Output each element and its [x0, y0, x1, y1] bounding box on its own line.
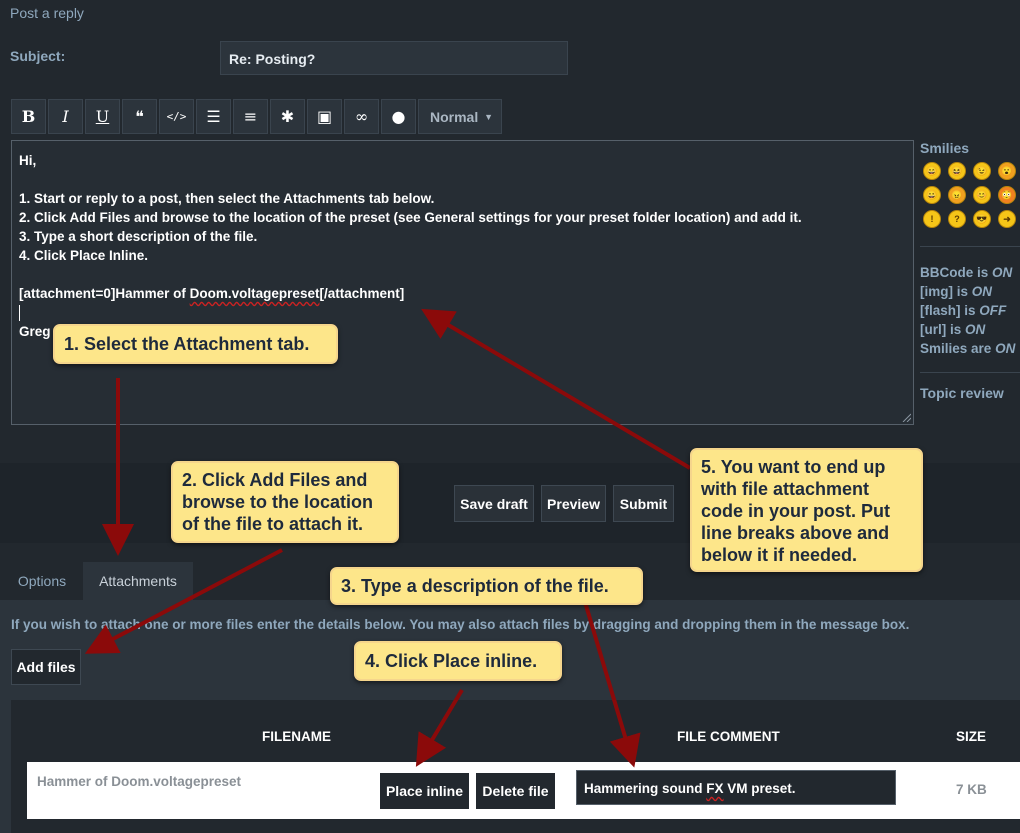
- attachments-help-text: If you wish to attach one or more files …: [11, 617, 910, 632]
- smilies-grid: 😄 😆 😉 😮 😀 😠 😊 😳 ! ? 😎 ➜: [920, 162, 1020, 228]
- editor-line: 4. Click Place Inline.: [19, 248, 149, 263]
- list-item-icon[interactable]: ✱: [270, 99, 305, 134]
- editor-caret-line: [19, 303, 906, 322]
- tab-options[interactable]: Options: [11, 562, 73, 600]
- url-status: [url] is ON: [920, 322, 986, 337]
- image-icon[interactable]: ▣: [307, 99, 342, 134]
- font-size-value: Normal: [430, 108, 479, 125]
- smilies-title: Smilies: [920, 140, 970, 156]
- link-icon[interactable]: ∞: [344, 99, 379, 134]
- smiley-icon[interactable]: 😊: [973, 186, 991, 204]
- img-status: [img] is ON: [920, 284, 993, 299]
- delete-file-button[interactable]: Delete file: [476, 773, 555, 809]
- column-header-filename: FILENAME: [262, 729, 331, 744]
- underline-button[interactable]: U: [85, 99, 120, 134]
- editor-sidebar: Smilies 😄 😆 😉 😮 😀 😠 😊 😳 ! ? 😎 ➜ BBCode i…: [920, 140, 1020, 401]
- page-title: Post a reply: [10, 5, 84, 21]
- callout-step-2: 2. Click Add Files and browse to the loc…: [171, 461, 399, 543]
- subject-input[interactable]: Re: Posting?: [220, 41, 568, 75]
- attachment-size: 7 KB: [956, 782, 987, 797]
- place-inline-button[interactable]: Place inline: [380, 773, 469, 809]
- list-icon[interactable]: ☰: [196, 99, 231, 134]
- flash-status: [flash] is OFF: [920, 303, 1007, 318]
- column-header-size: SIZE: [956, 729, 987, 744]
- file-comment-input[interactable]: Hammering sound FX VM preset.: [576, 770, 896, 805]
- sidebar-divider: [920, 372, 1020, 373]
- editor-line: 2. Click Add Files and browse to the loc…: [19, 210, 802, 225]
- message-textarea[interactable]: Hi, 1. Start or reply to a post, then se…: [11, 140, 914, 425]
- smiley-icon[interactable]: 😀: [923, 186, 941, 204]
- code-icon[interactable]: </>: [159, 99, 194, 134]
- attachment-code-prefix: [attachment=0]Hammer of: [19, 286, 190, 301]
- topic-review-link[interactable]: Topic review: [920, 385, 1020, 401]
- callout-step-5: 5. You want to end up with file attachme…: [690, 448, 923, 572]
- submit-button[interactable]: Submit: [613, 485, 674, 522]
- tab-attachments[interactable]: Attachments: [83, 562, 193, 600]
- question-smiley-icon[interactable]: ?: [948, 210, 966, 228]
- smiley-icon[interactable]: 😠: [948, 186, 966, 204]
- add-files-button[interactable]: Add files: [11, 649, 81, 685]
- bbcode-status: BBCode is ON: [920, 265, 1013, 280]
- editor-line: 3. Type a short description of the file.: [19, 229, 258, 244]
- smilies-status: Smilies are ON: [920, 341, 1016, 356]
- sidebar-divider: [920, 246, 1020, 247]
- subject-label: Subject:: [10, 48, 66, 64]
- italic-button[interactable]: I: [48, 99, 83, 134]
- callout-step-4: 4. Click Place inline.: [354, 641, 562, 681]
- arrow-smiley-icon[interactable]: ➜: [998, 210, 1016, 228]
- resize-handle-icon[interactable]: [901, 412, 911, 422]
- cool-smiley-icon[interactable]: 😎: [973, 210, 991, 228]
- formatting-toolbar: B I U ❝ </> ☰ ≡ ✱ ▣ ∞ ● Normal ▼: [11, 99, 502, 134]
- font-size-select[interactable]: Normal ▼: [418, 99, 502, 134]
- exclamation-smiley-icon[interactable]: !: [923, 210, 941, 228]
- attachment-code-line: [attachment=0]Hammer of Doom.voltagepres…: [19, 284, 906, 303]
- preview-button[interactable]: Preview: [541, 485, 606, 522]
- smiley-icon[interactable]: 😮: [998, 162, 1016, 180]
- attachment-code-suffix: [/attachment]: [319, 286, 405, 301]
- attachment-filename[interactable]: Hammer of Doom.voltagepreset: [37, 774, 241, 789]
- editor-line: Hi,: [19, 153, 37, 168]
- numbered-list-icon[interactable]: ≡: [233, 99, 268, 134]
- save-draft-button[interactable]: Save draft: [454, 485, 534, 522]
- chevron-down-icon: ▼: [484, 111, 493, 122]
- smiley-icon[interactable]: 😆: [948, 162, 966, 180]
- quote-icon[interactable]: ❝: [122, 99, 157, 134]
- editor-line: 1. Start or reply to a post, then select…: [19, 191, 435, 206]
- smiley-icon[interactable]: 😳: [998, 186, 1016, 204]
- callout-step-3: 3. Type a description of the file.: [330, 567, 643, 605]
- text-caret: [19, 305, 20, 322]
- bold-button[interactable]: B: [11, 99, 46, 134]
- color-drop-icon[interactable]: ●: [381, 99, 416, 134]
- callout-step-1: 1. Select the Attachment tab.: [53, 324, 338, 364]
- attachment-code-filename: Doom.voltagepreset: [189, 286, 320, 301]
- smiley-icon[interactable]: 😉: [973, 162, 991, 180]
- column-header-file-comment: FILE COMMENT: [677, 729, 780, 744]
- smiley-icon[interactable]: 😄: [923, 162, 941, 180]
